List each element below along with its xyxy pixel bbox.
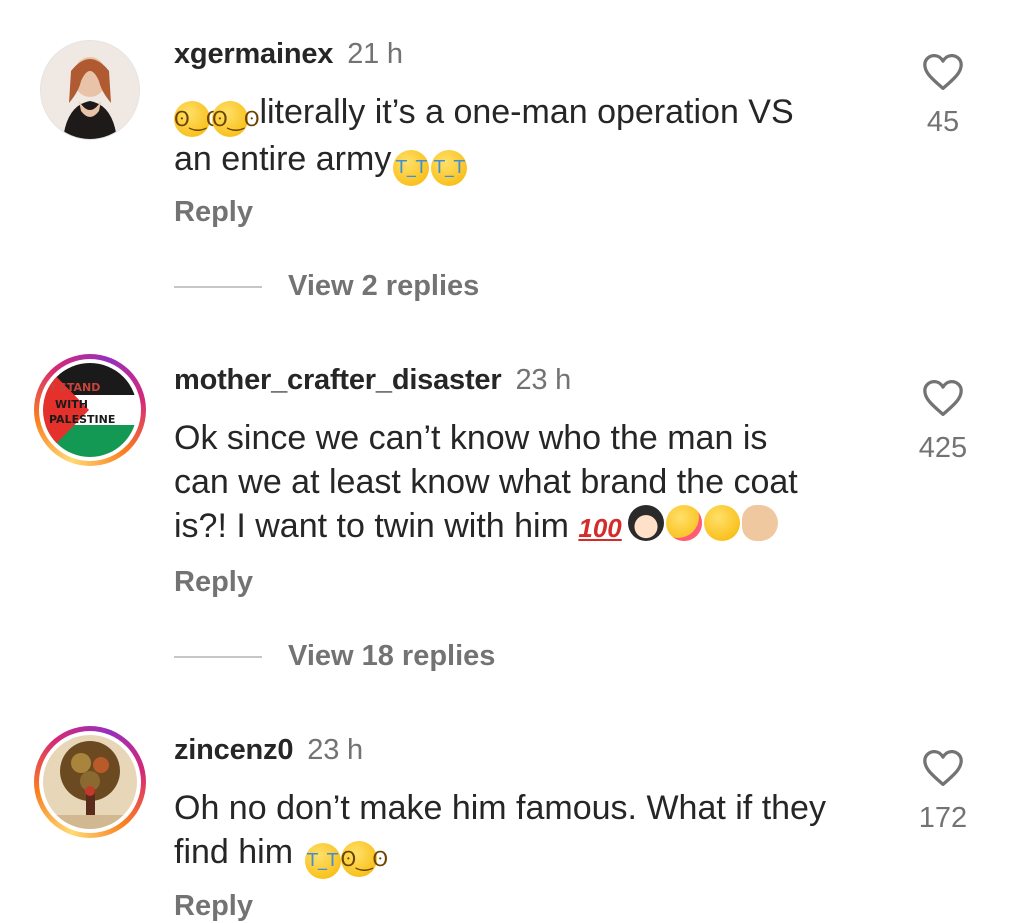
comment-text: Ok since we can’t know who the man is ca…	[174, 416, 894, 550]
like-count: 425	[918, 432, 968, 464]
i-stand-with-palestine-badge: I STAND WITH PALESTINE	[43, 363, 137, 457]
loudly-crying-face-emoji: T_T	[393, 150, 430, 186]
artwork-image	[43, 735, 137, 829]
avatar[interactable]	[40, 40, 140, 140]
comment-time: 23 h	[307, 734, 363, 766]
comment-text-line-2: find him	[174, 833, 294, 871]
smiling-face-with-hearts-emoji	[665, 505, 702, 541]
palestine-flag-image: I STAND WITH PALESTINE	[43, 363, 137, 457]
heart-outline-icon[interactable]	[921, 378, 965, 418]
like-button[interactable]: 45	[912, 52, 974, 139]
username[interactable]: zincenz0 23 h	[174, 734, 363, 767]
loudly-crying-face-emoji: T_T	[431, 150, 468, 186]
comment-text-line-1: literally it’s a one-man operation VS	[259, 93, 794, 131]
comment-text-line-2: can we at least know what brand the coat	[174, 463, 798, 501]
divider-line	[174, 285, 262, 288]
like-button[interactable]: 425	[912, 378, 974, 465]
comment-time: 21 h	[347, 38, 403, 70]
comment-text-line-3: is?! I want to twin with him	[174, 507, 569, 545]
username-text[interactable]: xgermainex	[174, 38, 333, 70]
view-replies-button[interactable]: View 2 replies	[174, 270, 479, 303]
view-replies-label[interactable]: View 2 replies	[288, 270, 479, 303]
comment-text-line-1: Oh no don’t make him famous. What if the…	[174, 789, 826, 827]
avatar[interactable]	[34, 726, 146, 838]
reply-button[interactable]: Reply	[174, 196, 253, 229]
reply-button[interactable]: Reply	[174, 890, 253, 923]
view-replies-button[interactable]: View 18 replies	[174, 640, 495, 673]
username[interactable]: mother_crafter_disaster 23 h	[174, 364, 571, 397]
pleading-face-emoji: ʘ‿ʘ	[340, 841, 388, 877]
pleading-face-emoji: ʘ‿ʘ	[174, 101, 222, 137]
comment-text: Oh no don’t make him famous. What if the…	[174, 786, 894, 879]
profile-photo-image	[41, 41, 139, 139]
like-button[interactable]: 172	[912, 748, 974, 835]
loudly-crying-face-emoji: T_T	[304, 843, 341, 879]
artwork-figure-tree	[43, 735, 137, 829]
pleading-face-emoji: ʘ‿ʘ	[212, 101, 260, 137]
divider-line	[174, 655, 262, 658]
badge-text-2: WITH	[55, 398, 88, 411]
username-text[interactable]: zincenz0	[174, 734, 293, 766]
comment-text-line-2: an entire army	[174, 140, 392, 178]
disappointed-face-emoji	[703, 505, 740, 541]
hundred-points-emoji: 100	[578, 513, 622, 543]
comment-text-line-1: Ok since we can’t know who the man is	[174, 419, 768, 457]
like-count: 45	[926, 106, 960, 138]
view-replies-label[interactable]: View 18 replies	[288, 640, 495, 673]
reply-button[interactable]: Reply	[174, 566, 253, 599]
pinching-hand-emoji	[741, 505, 778, 541]
comment-text: ʘ‿ʘʘ‿ʘ literally it’s a one-man operatio…	[174, 90, 894, 186]
badge-text-1: I STAND	[51, 381, 100, 394]
person-shrugging-emoji	[627, 505, 664, 541]
heart-outline-icon[interactable]	[921, 748, 965, 788]
username-text[interactable]: mother_crafter_disaster	[174, 364, 502, 396]
heart-outline-icon[interactable]	[921, 52, 965, 92]
avatar[interactable]: I STAND WITH PALESTINE	[34, 354, 146, 466]
comment-time: 23 h	[515, 364, 572, 396]
username[interactable]: xgermainex 21 h	[174, 38, 403, 71]
badge-text-3: PALESTINE	[49, 413, 115, 426]
like-count: 172	[918, 802, 968, 834]
